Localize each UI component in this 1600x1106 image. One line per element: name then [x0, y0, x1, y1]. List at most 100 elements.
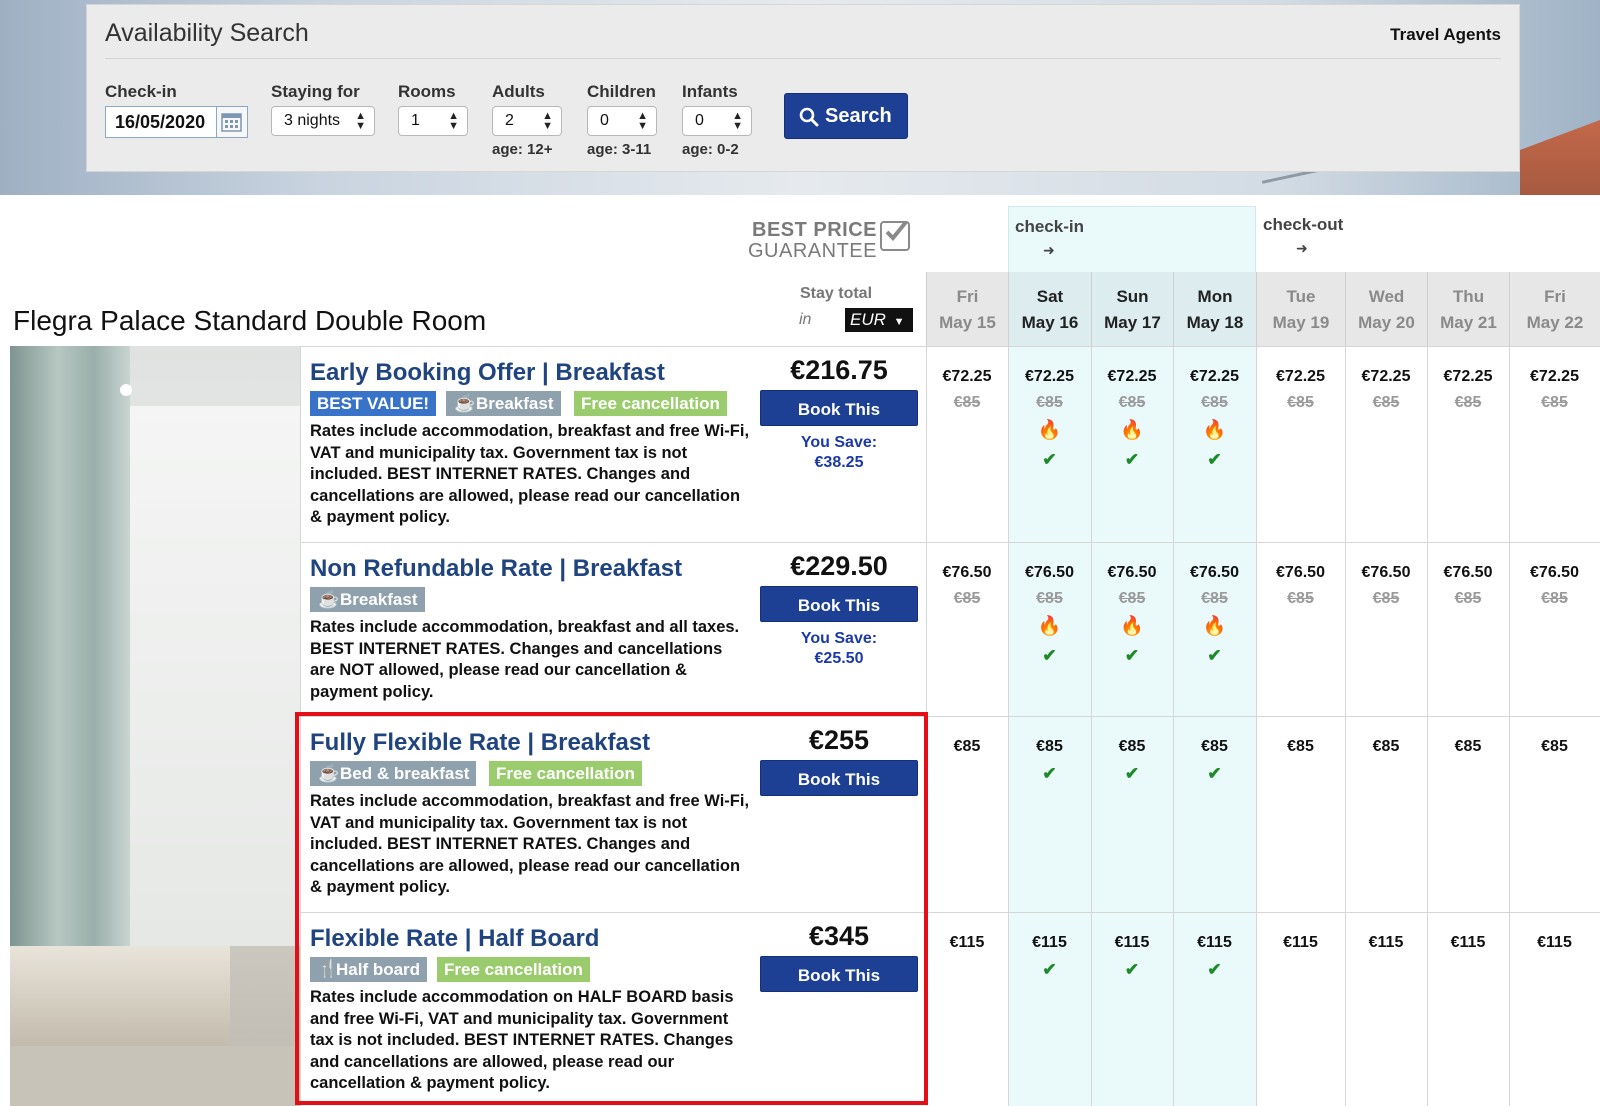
room-title: Flegra Palace Standard Double Room: [13, 305, 487, 336]
infants-value: 0: [695, 112, 704, 129]
nightly-price: €85: [1036, 738, 1063, 755]
day-date: May 21: [1440, 313, 1497, 332]
best-price-line1: BEST PRICE: [752, 219, 878, 241]
original-price: €85: [1036, 394, 1063, 411]
day-header[interactable]: Wed May 20: [1345, 272, 1427, 346]
divider: [105, 58, 1501, 59]
day-header[interactable]: Mon May 18: [1173, 272, 1256, 346]
nightly-price: €76.50: [942, 564, 992, 581]
nightly-price: €76.50: [1025, 564, 1074, 581]
day-header[interactable]: Thu May 21: [1427, 272, 1509, 346]
nightly-price: €85: [1541, 738, 1568, 755]
children-select[interactable]: 0 ▲ ▼: [587, 106, 657, 136]
nightly-price: €72.25: [1025, 368, 1074, 385]
nights-select[interactable]: 3 nights ▲ ▼: [271, 106, 375, 136]
day-of-week: Sun: [1116, 287, 1149, 306]
day-column: [1427, 346, 1509, 1106]
guarantee-check-icon: [880, 220, 910, 251]
day-column: [1509, 346, 1600, 1106]
day-date: May 22: [1526, 313, 1584, 332]
staying-label: Staying for: [271, 82, 360, 101]
rate-title[interactable]: Non Refundable Rate | Breakfast: [310, 555, 682, 583]
book-this-button[interactable]: Book This: [760, 586, 918, 622]
original-price: €85: [1372, 394, 1400, 411]
free-cancellation-badge: Free cancellation: [574, 391, 727, 416]
rooms-label: Rooms: [398, 82, 456, 101]
nightly-price: €85: [1118, 738, 1146, 755]
select-arrows-icon: ▲ ▼: [355, 110, 366, 132]
rate-price: €229.50: [790, 551, 888, 581]
nightly-price: €72.25: [1361, 368, 1411, 385]
adults-value: 2: [505, 112, 514, 129]
rate-description: Rates include accommodation, breakfast a…: [310, 422, 750, 526]
day-of-week: Wed: [1368, 287, 1405, 306]
day-header[interactable]: Fri May 15: [926, 272, 1008, 346]
select-arrows-icon: ▲ ▼: [542, 110, 553, 132]
infants-select[interactable]: 0 ▲ ▼: [682, 106, 752, 136]
fire-icon: 🔥: [1202, 420, 1227, 441]
original-price: €85: [1454, 394, 1482, 411]
nightly-price: €115: [949, 934, 985, 951]
adults-select[interactable]: 2 ▲ ▼: [492, 106, 562, 136]
select-arrows-icon: ▲ ▼: [637, 110, 648, 132]
infants-age: age: 0-2: [682, 141, 739, 158]
sign-in-icon: ➜: [1043, 242, 1055, 258]
availability-search-panel: Availability Search Travel Agents Check-…: [86, 4, 1520, 172]
currency-select[interactable]: EUR ▼: [845, 308, 913, 332]
check-icon: ✔: [1124, 646, 1140, 665]
children-age: age: 3-11: [587, 141, 652, 158]
best-price-line2: GUARANTEE: [748, 240, 877, 262]
check-icon: ✔: [1207, 450, 1222, 469]
nightly-price: €115: [1450, 934, 1486, 951]
panel-title: Availability Search: [105, 19, 309, 47]
check-icon: ✔: [1042, 960, 1057, 979]
original-price: €85: [953, 590, 981, 607]
day-header[interactable]: Sun May 17: [1091, 272, 1173, 346]
original-price: €85: [1036, 590, 1063, 607]
you-save-label: You Save:: [800, 434, 878, 451]
nightly-price: €85: [1454, 738, 1482, 755]
day-header[interactable]: Fri May 22: [1509, 272, 1600, 346]
day-date: May 15: [939, 313, 996, 332]
nightly-price: €72.25: [1530, 368, 1579, 385]
check-icon: ✔: [1124, 764, 1140, 783]
calendar-icon[interactable]: [217, 106, 248, 138]
day-date: May 18: [1186, 313, 1244, 332]
original-price: €85: [1454, 590, 1482, 607]
search-button[interactable]: Search: [784, 93, 908, 139]
original-price: €85: [1541, 590, 1568, 607]
adults-label: Adults: [492, 82, 545, 101]
travel-agents-link[interactable]: Travel Agents: [1390, 25, 1501, 45]
nightly-price: €85: [1287, 738, 1314, 755]
rooms-select[interactable]: 1 ▲ ▼: [398, 106, 468, 136]
day-date: May 19: [1272, 313, 1330, 332]
day-column: [1256, 346, 1345, 1106]
nightly-price: €115: [1368, 934, 1404, 951]
nightly-price: €115: [1032, 934, 1067, 951]
stay-total-label: Stay total: [800, 285, 873, 302]
rate-title[interactable]: Early Booking Offer | Breakfast: [310, 359, 665, 387]
search-icon: [799, 107, 819, 127]
fire-icon: 🔥: [1120, 616, 1144, 637]
day-of-week: Tue: [1286, 287, 1316, 306]
nightly-price: €76.50: [1107, 564, 1157, 581]
coffee-icon: ☕: [454, 394, 476, 413]
room-photo: [10, 346, 300, 1106]
original-price: €85: [953, 394, 981, 411]
book-this-button[interactable]: Book This: [760, 390, 918, 426]
day-header[interactable]: Sat May 16: [1008, 272, 1091, 346]
row-divider: [300, 346, 1600, 347]
breakfast-badge: ☕ Breakfast: [310, 587, 425, 612]
day-of-week: Mon: [1197, 287, 1233, 306]
nightly-price: €115: [1197, 934, 1232, 951]
best-value-badge: BEST VALUE!: [310, 391, 437, 416]
original-price: €85: [1287, 590, 1314, 607]
day-column: [1345, 346, 1427, 1106]
hero-roof: [1520, 120, 1600, 195]
nightly-price: €72.25: [1443, 368, 1493, 385]
nightly-price: €115: [1537, 934, 1572, 951]
checkin-date-input[interactable]: 16/05/2020: [105, 106, 217, 138]
nightly-price: €76.50: [1276, 564, 1325, 581]
day-header[interactable]: Tue May 19: [1256, 272, 1345, 346]
check-icon: ✔: [1124, 960, 1140, 979]
